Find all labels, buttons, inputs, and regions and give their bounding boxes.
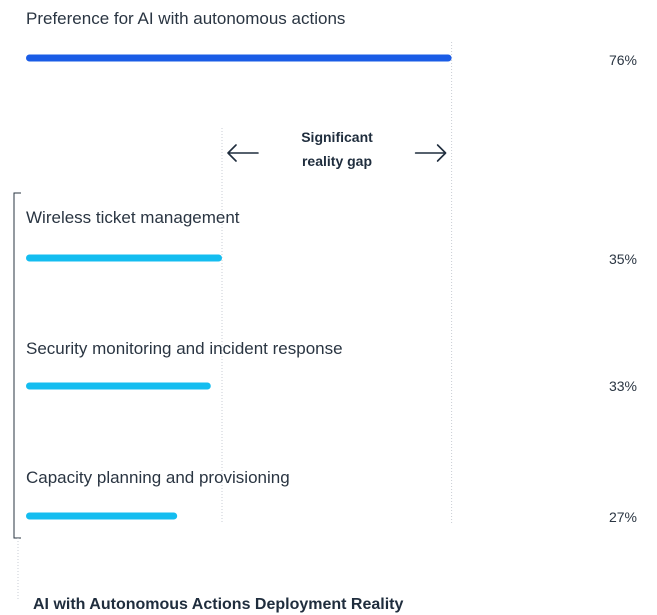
gap-label-line1: Significant	[301, 129, 373, 145]
bar-value: 33%	[609, 378, 637, 394]
bar-value: 76%	[609, 52, 637, 68]
group-title: AI with Autonomous Actions Deployment Re…	[33, 596, 403, 613]
bar-row-capacity: Capacity planning and provisioning 27%	[26, 468, 637, 525]
group-bracket	[13, 192, 21, 539]
bar-row-security: Security monitoring and incident respons…	[26, 339, 637, 394]
bar-value: 35%	[609, 251, 637, 267]
bar-label: Security monitoring and incident respons…	[26, 339, 343, 358]
bar-row-preference: Preference for AI with autonomous action…	[26, 9, 637, 68]
bar-label: Capacity planning and provisioning	[26, 468, 290, 487]
arrow-left-icon	[227, 144, 259, 162]
reality-gap-annotation: Significant reality gap	[227, 129, 447, 169]
bar-label: Preference for AI with autonomous action…	[26, 9, 345, 28]
arrow-right-icon	[414, 144, 447, 162]
bar-label: Wireless ticket management	[26, 208, 240, 227]
bar-value: 27%	[609, 509, 637, 525]
gap-label-line2: reality gap	[302, 153, 372, 169]
autonomous-ai-chart: Significant reality gap Preference for A…	[13, 9, 637, 613]
bar-row-wireless: Wireless ticket management 35%	[26, 208, 637, 267]
